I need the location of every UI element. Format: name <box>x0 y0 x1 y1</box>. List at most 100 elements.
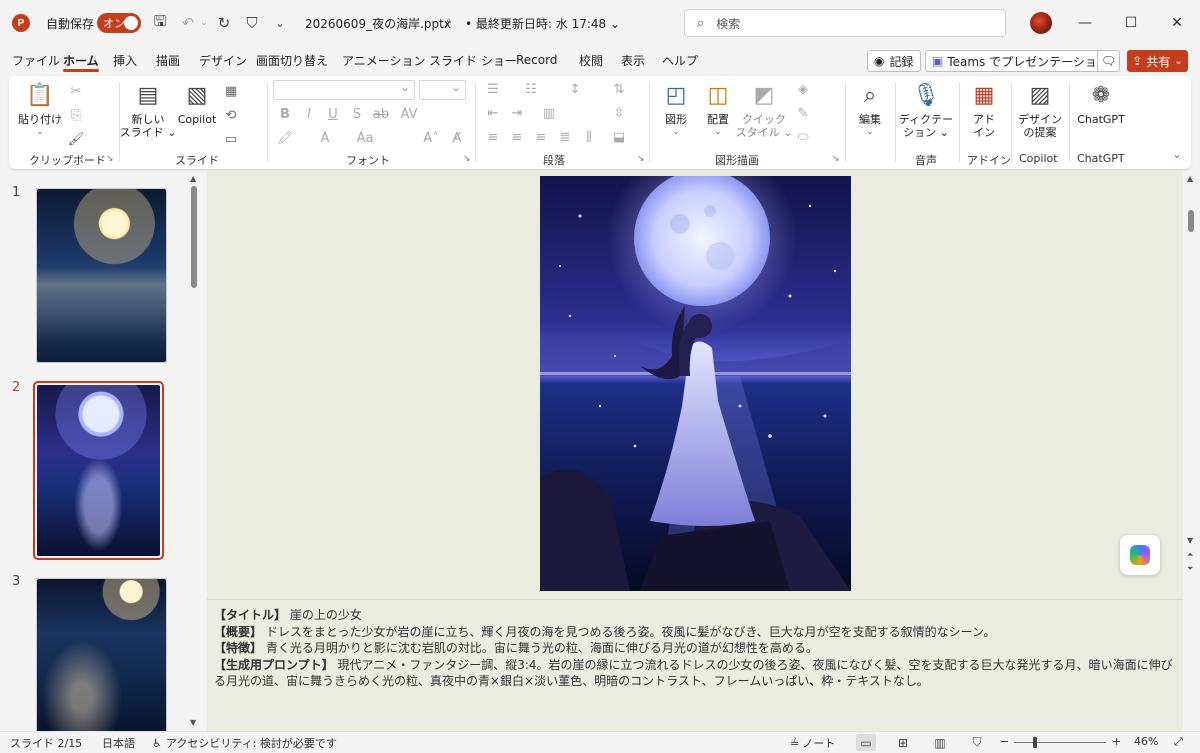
previous-slide-icon[interactable]: ⏶ <box>1187 550 1193 560</box>
underline-icon[interactable]: U <box>323 107 343 122</box>
reading-view-icon[interactable]: ▥ <box>930 734 950 751</box>
slide-thumbnail[interactable] <box>36 188 167 363</box>
slide-thumbnail-selected[interactable] <box>33 381 164 560</box>
close-icon[interactable]: ✕ <box>1154 0 1200 46</box>
font-color-icon[interactable]: A <box>315 131 335 146</box>
share-button[interactable]: ⇪ 共有 ⌄ <box>1127 50 1188 72</box>
line-spacing-icon[interactable]: ↕ <box>565 82 585 97</box>
align-text-icon[interactable]: ⇳ <box>609 106 629 121</box>
zoom-slider-thumb[interactable] <box>1033 737 1037 748</box>
tab-animations[interactable]: アニメーション <box>342 46 426 74</box>
speaker-notes[interactable]: 【タイトル】 崖の上の少女 【概要】 ドレスをまとった少女が岩の崖に立ち、輝く月… <box>207 599 1183 731</box>
zoom-level[interactable]: 46% <box>1134 735 1158 748</box>
slide-sorter-icon[interactable]: ⊞ <box>893 734 913 751</box>
font-name-dropdown[interactable] <box>273 80 415 100</box>
maximize-icon[interactable]: ☐ <box>1108 0 1154 46</box>
text-direction-icon[interactable]: ⇅ <box>609 82 629 97</box>
spacing-icon[interactable]: AV <box>399 107 419 122</box>
autosave-toggle[interactable]: オン <box>97 0 141 46</box>
layout-icon[interactable]: ▦ <box>221 84 241 99</box>
present-icon[interactable]: ⛉ <box>242 0 262 46</box>
designer-button[interactable]: ▨ デザイン の提案 <box>1017 80 1063 139</box>
drawing-launcher-icon[interactable]: ↘ <box>832 154 840 164</box>
arrange-button[interactable]: ◫ 配置 ⌄ <box>699 80 737 139</box>
scrollbar-thumb[interactable] <box>191 186 197 288</box>
tab-record[interactable]: Record <box>516 46 557 74</box>
customize-qat-icon[interactable]: ⌄ <box>270 0 290 46</box>
format-painter-icon[interactable]: 🖌 <box>66 132 86 147</box>
addins-button[interactable]: ▦ アド イン <box>965 80 1003 139</box>
teams-present-button[interactable]: ▣ Teams でプレゼンテーション <box>925 50 1116 72</box>
scroll-down-icon[interactable]: ▼ <box>1187 536 1193 545</box>
clear-format-icon[interactable]: A̸ <box>447 131 467 146</box>
scrollbar-thumb[interactable] <box>1188 210 1194 232</box>
zoom-slider[interactable] <box>1014 742 1106 743</box>
accessibility-status[interactable]: ♿ アクセシビリティ: 検討が必要です <box>152 735 337 751</box>
align-left-icon[interactable]: ≡ <box>483 130 503 145</box>
justify-icon[interactable]: ≣ <box>555 130 575 145</box>
avatar[interactable] <box>1030 12 1052 34</box>
smartart-icon[interactable]: ⬓ <box>609 130 629 145</box>
language-indicator[interactable]: 日本語 <box>102 735 135 751</box>
paragraph-launcher-icon[interactable]: ↘ <box>637 154 645 164</box>
slide-counter[interactable]: スライド 2/15 <box>10 735 82 751</box>
tab-file[interactable]: ファイル <box>12 46 60 74</box>
document-filename[interactable]: 20260609_夜の海岸.pptx <box>305 0 451 46</box>
thumbnails-scrollbar[interactable]: ▲ ▼ <box>189 172 199 731</box>
collapse-ribbon-icon[interactable]: ⌄ <box>1167 148 1187 161</box>
change-case-icon[interactable]: Aa <box>355 131 375 146</box>
copilot-button[interactable] <box>1120 535 1160 575</box>
next-slide-icon[interactable]: ⏷ <box>1187 564 1193 574</box>
paste-button[interactable]: 📋 貼り付け ⌄ <box>17 80 63 139</box>
scroll-up-icon[interactable]: ▲ <box>190 174 196 183</box>
increase-font-icon[interactable]: A˄ <box>421 131 441 146</box>
cut-icon[interactable]: ✂ <box>66 84 86 99</box>
tab-view[interactable]: 表示 <box>621 46 645 74</box>
reset-icon[interactable]: ⟲ <box>221 108 241 123</box>
dictate-button[interactable]: 🎙 ディクテー ション ⌄ <box>899 80 953 139</box>
save-icon[interactable]: 🖫 <box>150 0 170 46</box>
shape-fill-icon[interactable]: ◈ <box>793 82 813 97</box>
shape-outline-icon[interactable]: ✎ <box>793 106 813 121</box>
font-size-dropdown[interactable] <box>419 80 466 100</box>
tab-help[interactable]: ヘルプ <box>662 46 698 74</box>
tab-insert[interactable]: 挿入 <box>113 46 137 74</box>
numbering-icon[interactable]: ☷ <box>521 82 541 97</box>
shadow-icon[interactable]: S <box>347 107 367 122</box>
font-launcher-icon[interactable]: ↘ <box>463 154 471 164</box>
save-status[interactable]: • 最終更新日時: 水 17:48 ⌄ <box>465 0 620 46</box>
tab-design[interactable]: デザイン <box>199 46 247 74</box>
distribute-icon[interactable]: ⫼ <box>579 130 599 145</box>
section-icon[interactable]: ▭ <box>221 132 241 147</box>
increase-indent-icon[interactable]: ⇥ <box>507 106 527 121</box>
tab-home[interactable]: ホーム <box>63 46 99 74</box>
shapes-button[interactable]: ◰ 図形 ⌄ <box>657 80 695 139</box>
tab-transitions[interactable]: 画面切り替え <box>256 46 328 74</box>
slide-thumbnail[interactable] <box>36 578 167 731</box>
search-input[interactable]: ⌕ 検索 <box>684 9 1006 37</box>
strikethrough-icon[interactable]: ab <box>371 107 391 122</box>
tab-slideshow[interactable]: スライド ショー <box>429 46 517 74</box>
clipboard-launcher-icon[interactable]: ↘ <box>106 154 114 164</box>
align-center-icon[interactable]: ≡ <box>507 130 527 145</box>
chatgpt-button[interactable]: ❁ ChatGPT <box>1075 80 1127 126</box>
highlight-icon[interactable]: 🖍 <box>275 131 295 146</box>
copilot-slide-button[interactable]: ▧ Copilot <box>175 80 219 126</box>
zoom-in-icon[interactable]: + <box>1112 735 1121 748</box>
bold-icon[interactable]: B <box>275 107 295 122</box>
tab-draw[interactable]: 描画 <box>156 46 180 74</box>
edit-button[interactable]: ⌕ 編集 ⌄ <box>851 80 889 139</box>
minimize-icon[interactable]: — <box>1062 0 1108 46</box>
quick-styles-button[interactable]: ◩ クイック スタイル ⌄ <box>736 80 793 139</box>
comments-icon[interactable]: 🗨 <box>1097 50 1120 72</box>
columns-icon[interactable]: ▥ <box>539 106 559 121</box>
slideshow-icon[interactable]: ⛉ <box>967 734 987 751</box>
editor-scrollbar[interactable]: ▲ ▼ ⏶ ⏷ <box>1184 172 1198 599</box>
normal-view-icon[interactable]: ▭ <box>856 734 876 751</box>
slide-canvas[interactable] <box>540 176 851 591</box>
scroll-down-icon[interactable]: ▼ <box>190 718 196 727</box>
record-button[interactable]: ◉ 記録 <box>867 50 921 72</box>
notes-toggle[interactable]: ≟ ノート <box>790 735 835 751</box>
bullets-icon[interactable]: ☰ <box>483 82 503 97</box>
scroll-up-icon[interactable]: ▲ <box>1187 174 1193 183</box>
